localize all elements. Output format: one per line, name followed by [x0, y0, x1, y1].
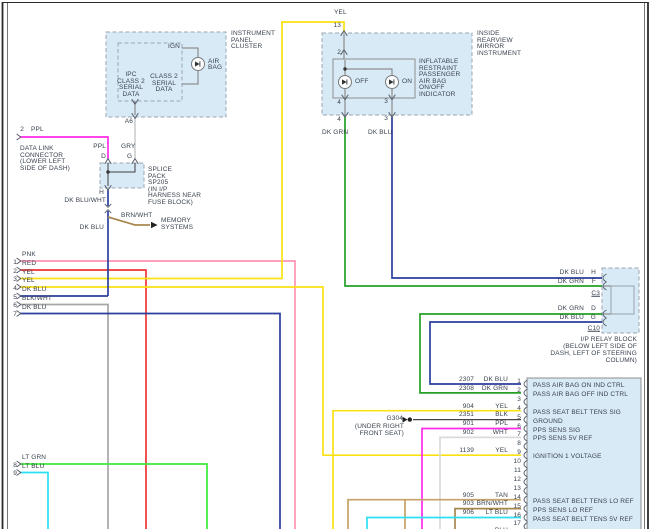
- g304-ground-icon: [402, 416, 408, 423]
- stub-4: [16, 283, 22, 291]
- w-dkgrn-mirror: [344, 117, 602, 287]
- w-dkblu-7: [20, 312, 281, 529]
- w-ppl-data-link: [20, 136, 109, 159]
- stub-3: [16, 275, 22, 282]
- memory-systems-arrow-icon: [151, 221, 158, 229]
- w-blkwht-6: [20, 303, 109, 529]
- stub-8: [16, 460, 22, 468]
- w-dkblu-2307: [429, 321, 602, 385]
- w-ppl-901: [421, 427, 521, 529]
- stub-dlc: [16, 133, 22, 141]
- stub-9: [16, 469, 22, 476]
- stub-1: [16, 257, 22, 265]
- ip-relay-block-box: [601, 267, 640, 334]
- w-brnwht-903: [454, 507, 521, 529]
- w-wht-902: [439, 436, 521, 529]
- indicator-junction-dot: [343, 67, 347, 71]
- splice-junction-dot: [106, 170, 110, 174]
- w-ltblu-9: [20, 471, 49, 529]
- w-yel-4-ignition: [20, 286, 521, 457]
- w-pnk-1: [20, 260, 296, 529]
- stub-6: [16, 301, 22, 308]
- w-red-2: [20, 269, 147, 529]
- w-dkblu-mirror: [391, 117, 602, 279]
- w-tan-905: [347, 498, 521, 529]
- stub-7: [16, 310, 22, 317]
- splice-pack-box: [99, 162, 145, 189]
- pps-connector-box: [526, 377, 642, 529]
- g304-ground-icon-dot: [407, 417, 412, 422]
- w-ltblu-906: [366, 516, 521, 529]
- stub-5: [16, 292, 22, 300]
- stub-2: [16, 266, 22, 274]
- w-brnwht-memory: [107, 216, 150, 226]
- wiring-diagram: 2307 DK BLU 1 PASS AIR BAG ON IND CTRL 2308 D…: [0, 0, 650, 529]
- wiring-diagram-svg: [1, 2, 649, 529]
- instrument-panel-cluster-box: [105, 31, 227, 118]
